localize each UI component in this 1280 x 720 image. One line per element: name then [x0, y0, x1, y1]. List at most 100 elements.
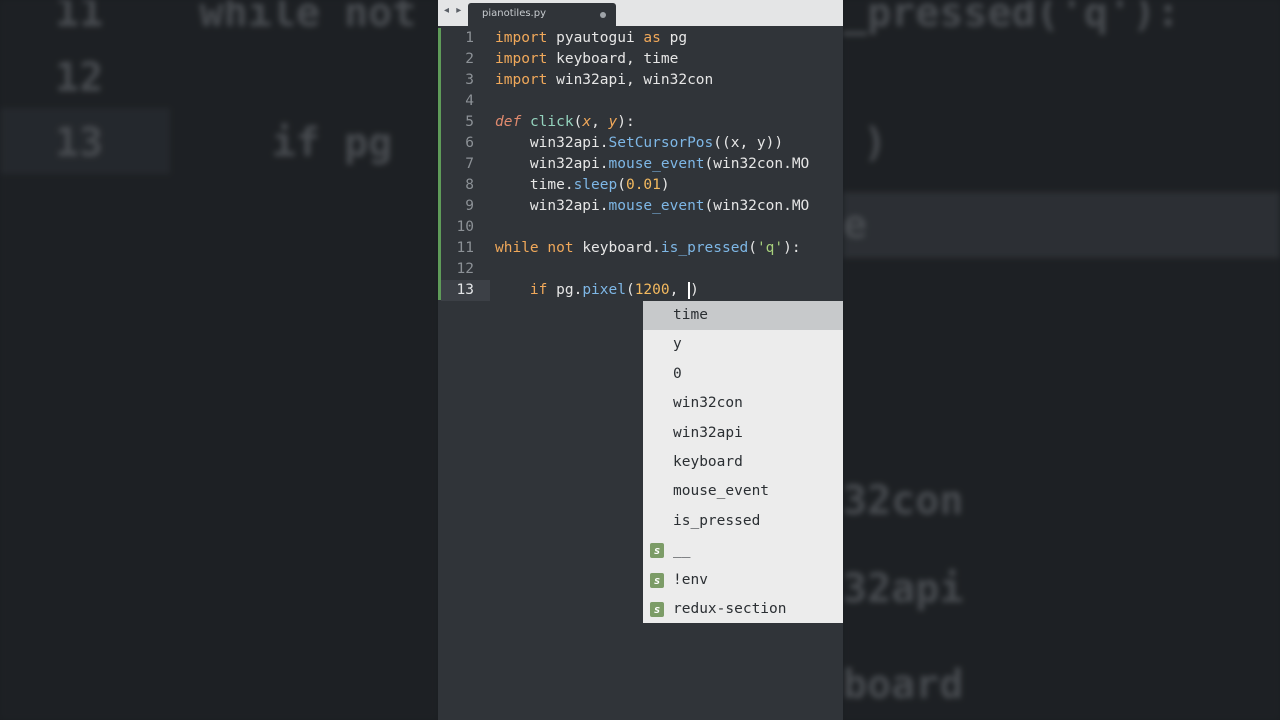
- code-token: win32api.: [495, 156, 609, 172]
- line-number: 2: [465, 51, 474, 67]
- autocomplete-label: y: [673, 336, 682, 353]
- code-line[interactable]: 9 win32api.mouse_event(win32con.MO: [438, 196, 843, 217]
- autocomplete-label: is_pressed: [673, 512, 761, 529]
- blurred-line: ): [863, 120, 888, 166]
- tab-pianotiles[interactable]: pianotiles.py: [468, 3, 616, 26]
- code-token: win32api, win32con: [547, 72, 714, 88]
- blurred-line: 32con: [843, 478, 964, 524]
- code-line[interactable]: 11 while not keyboard.is_pressed('q'):: [438, 238, 843, 259]
- autocomplete-label: redux-section: [673, 600, 787, 617]
- blurred-line: 12: [55, 55, 104, 101]
- blurred-highlight: [843, 192, 1280, 258]
- autocomplete-label: !env: [673, 571, 708, 588]
- autocomplete-item[interactable]: 0: [643, 360, 843, 389]
- code-token: ,: [591, 114, 609, 130]
- autocomplete-item[interactable]: win32con: [643, 389, 843, 418]
- code-token: ): [660, 177, 670, 193]
- unsaved-dot-icon[interactable]: [600, 12, 606, 18]
- code-token: ): [690, 282, 699, 298]
- code-text[interactable]: win32api.SetCursorPos((x, y)): [495, 133, 783, 154]
- code-token: import: [495, 72, 548, 88]
- code-token: def: [495, 114, 522, 130]
- code-token: ,: [669, 282, 688, 298]
- line-number: 5: [465, 114, 474, 130]
- code-text[interactable]: import win32api, win32con: [495, 70, 713, 91]
- autocomplete-item[interactable]: s __: [643, 536, 843, 565]
- code-token: time.: [495, 177, 574, 193]
- code-token: import: [495, 51, 548, 67]
- code-line[interactable]: 2 import keyboard, time: [438, 49, 843, 70]
- code-line[interactable]: 3 import win32api, win32con: [438, 70, 843, 91]
- code-token: not: [547, 240, 574, 256]
- line-number: 13: [456, 282, 474, 298]
- code-line[interactable]: 5 def click(x, y):: [438, 112, 843, 133]
- autocomplete-item[interactable]: s !env: [643, 566, 843, 595]
- code-line[interactable]: 12: [438, 259, 843, 280]
- code-text[interactable]: time.sleep(0.01): [495, 175, 670, 196]
- line-number: 11: [456, 240, 474, 256]
- code-text[interactable]: win32api.mouse_event(win32con.MO: [495, 154, 809, 175]
- autocomplete-label: 0: [673, 365, 682, 382]
- line-number: 4: [465, 93, 474, 109]
- code-token: win32api.: [495, 198, 609, 214]
- snippet-kind-icon: s: [650, 543, 664, 559]
- code-token: ):: [617, 114, 635, 130]
- autocomplete-item[interactable]: y: [643, 330, 843, 359]
- code-line[interactable]: 6 win32api.SetCursorPos((x, y)): [438, 133, 843, 154]
- code-text[interactable]: import keyboard, time: [495, 49, 678, 70]
- autocomplete-item[interactable]: win32api: [643, 419, 843, 448]
- code-line[interactable]: 4: [438, 91, 843, 112]
- code-token: as: [643, 30, 661, 46]
- autocomplete-label: win32con: [673, 395, 743, 412]
- code-token: (: [617, 177, 626, 193]
- code-line[interactable]: 10: [438, 217, 843, 238]
- code-token: sleep: [573, 177, 618, 193]
- autocomplete-item[interactable]: s redux-section: [643, 595, 843, 624]
- code-token: (win32con.MO: [704, 198, 810, 214]
- line-number: 9: [465, 198, 474, 214]
- line-number: 7: [465, 156, 474, 172]
- code-token: keyboard.: [573, 240, 661, 256]
- code-token: while: [495, 240, 539, 256]
- code-line[interactable]: 8 time.sleep(0.01): [438, 175, 843, 196]
- code-line[interactable]: 13 if pg.pixel(1200, ): [438, 280, 843, 301]
- code-token: 1200: [634, 282, 670, 298]
- autocomplete-label: time: [673, 307, 708, 323]
- autocomplete-item[interactable]: keyboard: [643, 448, 843, 477]
- code-text[interactable]: def click(x, y):: [495, 112, 635, 133]
- tab-nav-arrows-icon[interactable]: ◂ ▸: [444, 5, 463, 16]
- tab-bar: ◂ ▸ pianotiles.py: [438, 0, 843, 26]
- code-token: SetCursorPos: [608, 135, 714, 151]
- code-text[interactable]: import pyautogui as pg: [495, 28, 687, 49]
- autocomplete-item[interactable]: is_pressed: [643, 507, 843, 536]
- autocomplete-item[interactable]: mouse_event: [643, 477, 843, 506]
- autocomplete-item[interactable]: time: [643, 301, 843, 331]
- code-token: if: [529, 282, 548, 298]
- code-token: ((x, y)): [713, 135, 784, 151]
- code-token: pg.: [547, 282, 583, 298]
- code-token: pyautogui: [547, 30, 644, 46]
- blurred-background-right: _pressed('q'): ) e 32con 32api board: [843, 0, 1280, 720]
- autocomplete-label: keyboard: [673, 453, 743, 470]
- blurred-line: e: [843, 202, 868, 248]
- code-text[interactable]: if pg.pixel(1200, ): [495, 280, 699, 301]
- blurred-line: 11 while not: [55, 0, 417, 36]
- code-text[interactable]: while not keyboard.is_pressed('q'):: [495, 238, 801, 259]
- code-token: click: [529, 114, 574, 130]
- autocomplete-popup[interactable]: time y 0 win32con win32api keyboard mouse_even…: [643, 301, 843, 623]
- code-token: (win32con.MO: [704, 156, 810, 172]
- code-line[interactable]: 7 win32api.mouse_event(win32con.MO: [438, 154, 843, 175]
- line-number: 10: [456, 219, 474, 235]
- code-line[interactable]: 1 import pyautogui as pg: [438, 28, 843, 49]
- code-token: is_pressed: [660, 240, 749, 256]
- code-token: import: [495, 30, 548, 46]
- autocomplete-label: __: [673, 542, 691, 559]
- blurred-line: 32api: [843, 566, 964, 612]
- code-token: ):: [783, 240, 801, 256]
- code-text[interactable]: win32api.mouse_event(win32con.MO: [495, 196, 809, 217]
- line-number: 1: [465, 30, 474, 46]
- code-token: (: [625, 282, 635, 298]
- code-token: keyboard, time: [547, 51, 679, 67]
